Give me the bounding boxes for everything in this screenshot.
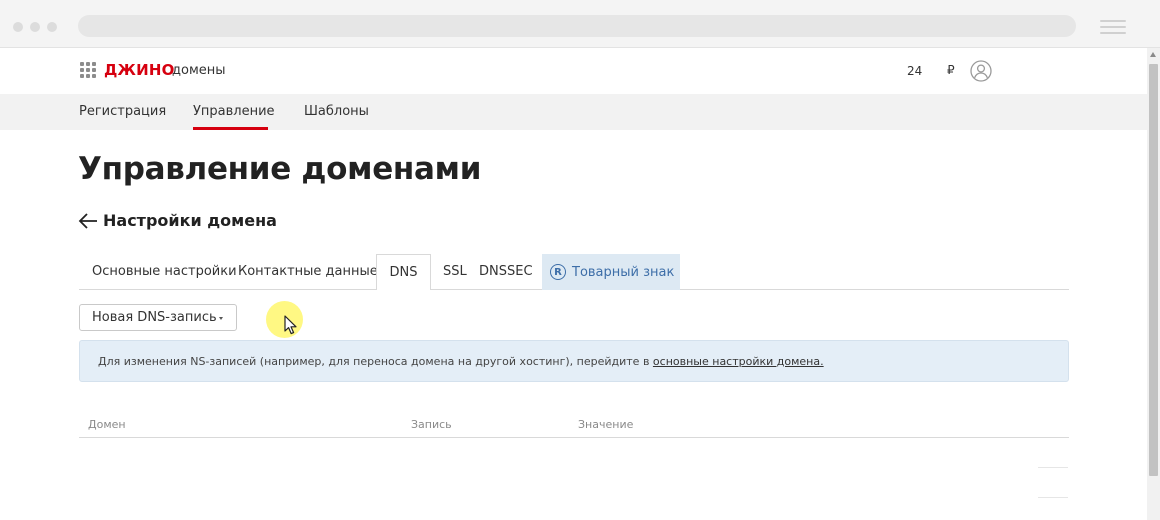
browser-chrome [0, 0, 1160, 48]
nav-item-management[interactable]: Управление [193, 104, 275, 119]
site-header: ДЖИНО домены 24 ₽ [0, 48, 1147, 94]
new-dns-record-button[interactable]: Новая DNS-запись [79, 304, 237, 331]
brand-section[interactable]: домены [172, 63, 226, 78]
scrollbar[interactable] [1147, 48, 1160, 520]
table-row-divider [1038, 467, 1068, 468]
registered-trademark-icon: R [550, 264, 566, 280]
nav-item-templates[interactable]: Шаблоны [304, 104, 369, 119]
tab-ssl[interactable]: SSL [443, 264, 467, 279]
info-notice: Для изменения NS-записей (например, для … [79, 340, 1069, 382]
back-link-label: Настройки домена [103, 211, 277, 230]
apps-grid-icon[interactable] [80, 62, 96, 78]
tab-trademark[interactable]: R Товарный знак [542, 254, 680, 290]
nav-item-registration[interactable]: Регистрация [79, 104, 166, 119]
mouse-pointer-icon [284, 315, 297, 335]
arrow-left-icon [78, 212, 97, 229]
table-row-divider [1038, 497, 1068, 498]
main-settings-link[interactable]: основные настройки домена. [653, 355, 824, 368]
tab-dnssec[interactable]: DNSSEC [479, 264, 533, 279]
caret-down-icon [219, 317, 223, 320]
column-header-record: Запись [411, 418, 452, 431]
menu-icon[interactable] [1100, 20, 1126, 34]
back-link[interactable]: Настройки домена [78, 211, 277, 230]
main-nav: Регистрация Управление Шаблоны [0, 94, 1147, 130]
column-header-domain: Домен [88, 418, 126, 431]
page-title: Управление доменами [78, 151, 482, 187]
scroll-up-arrow-icon[interactable] [1150, 52, 1156, 57]
tab-trademark-label: Товарный знак [572, 264, 675, 280]
active-nav-indicator [193, 127, 268, 130]
user-avatar-icon[interactable] [970, 60, 992, 82]
info-notice-text: Для изменения NS-записей (например, для … [98, 355, 824, 368]
table-header-divider [79, 437, 1069, 438]
address-bar[interactable] [78, 15, 1076, 37]
tab-main-settings[interactable]: Основные настройки [92, 264, 237, 279]
tab-contacts[interactable]: Контактные данные [238, 264, 378, 279]
brand-logo[interactable]: ДЖИНО [104, 61, 175, 79]
currency-sign: ₽ [947, 63, 955, 77]
account-balance[interactable]: 24 [907, 64, 922, 78]
window-dot [13, 22, 23, 32]
scroll-thumb[interactable] [1149, 64, 1158, 476]
new-dns-record-label: Новая DNS-запись [92, 310, 217, 325]
window-dot [47, 22, 57, 32]
tab-dns[interactable]: DNS [376, 254, 431, 290]
info-text-body: Для изменения NS-записей (например, для … [98, 355, 653, 368]
window-dot [30, 22, 40, 32]
column-header-value: Значение [578, 418, 634, 431]
